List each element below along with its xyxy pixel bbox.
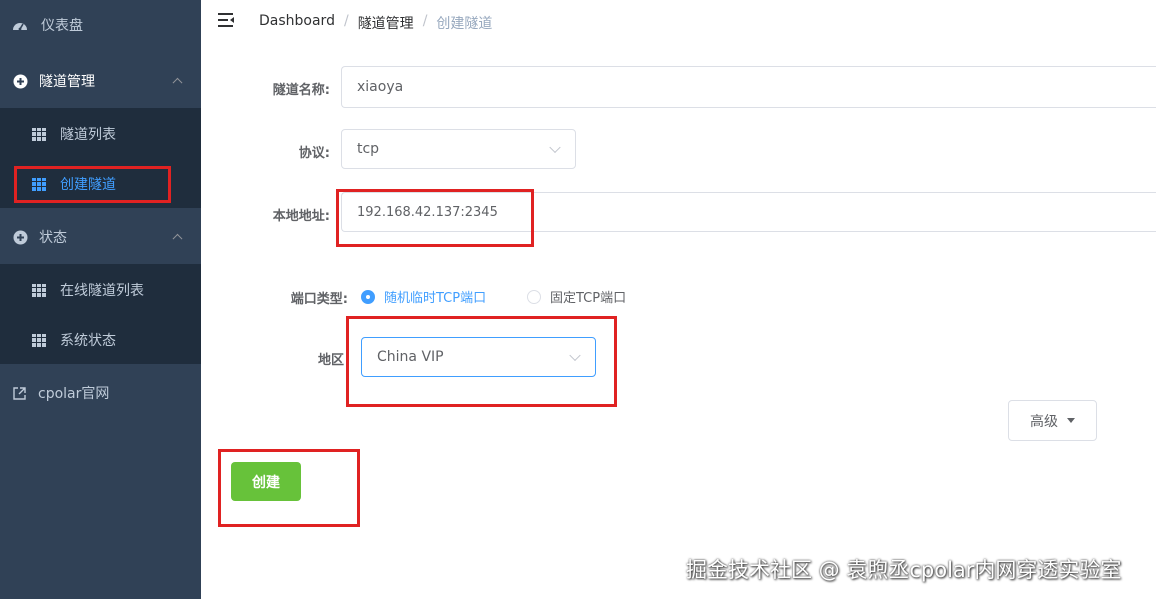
- advanced-button-label: 高级: [1030, 413, 1058, 430]
- chevron-down-icon: [549, 141, 561, 154]
- external-link-icon: [11, 385, 27, 401]
- protocol-select[interactable]: tcp: [341, 129, 576, 169]
- sidebar-item-dashboard[interactable]: 仪表盘: [0, 4, 201, 46]
- sidebar-item-label: 仪表盘: [41, 18, 83, 34]
- tunnel-name-value: xiaoya: [357, 79, 404, 95]
- sidebar-item-system-status[interactable]: 系统状态: [0, 318, 201, 362]
- table-icon: [31, 282, 47, 298]
- sidebar-item-label: 系统状态: [60, 333, 116, 349]
- breadcrumb-separator: /: [343, 13, 349, 29]
- region-label: 地区: [317, 353, 344, 368]
- sidebar-item-label: 状态: [39, 230, 67, 246]
- speedometer-icon: [12, 17, 28, 33]
- highlight-box-create-tunnel: [14, 166, 171, 203]
- sidebar-item-tunnel-list[interactable]: 隧道列表: [0, 112, 201, 156]
- local-address-label: 本地地址:: [272, 209, 330, 224]
- sidebar-item-online-tunnels[interactable]: 在线隧道列表: [0, 268, 201, 312]
- sidebar-item-label: 隧道管理: [39, 74, 95, 90]
- sidebar-item-status[interactable]: 状态: [0, 214, 201, 260]
- breadcrumb: Dashboard / 隧道管理 / 创建隧道: [259, 13, 492, 33]
- sidebar-item-label: cpolar官网: [38, 386, 110, 402]
- chevron-up-icon: [172, 233, 183, 244]
- breadcrumb-tunnel-management[interactable]: 隧道管理: [358, 13, 414, 33]
- port-type-label: 端口类型:: [290, 292, 348, 307]
- sidebar-item-tunnel-management[interactable]: 隧道管理: [0, 58, 201, 104]
- radio-random-tcp-port[interactable]: 随机临时TCP端口: [361, 287, 486, 306]
- breadcrumb-separator: /: [422, 13, 428, 29]
- caret-down-icon: [1067, 418, 1075, 423]
- radio-checked-icon: [361, 289, 375, 304]
- protocol-value: tcp: [357, 141, 380, 157]
- tunnel-name-input[interactable]: xiaoya: [341, 66, 1156, 108]
- chevron-up-icon: [172, 77, 183, 88]
- highlight-box-region: [346, 316, 617, 407]
- radio-fixed-tcp-port[interactable]: 固定TCP端口: [527, 287, 626, 306]
- highlight-box-create-button: [218, 449, 360, 527]
- sidebar: 仪表盘 隧道管理 隧道列表 创建隧道 状态 在线隧道列表 系统状态 cpolar…: [0, 0, 201, 599]
- sidebar-item-label: 隧道列表: [60, 127, 116, 143]
- highlight-box-local-address: [336, 189, 534, 247]
- radio-label: 固定TCP端口: [550, 291, 627, 306]
- top-navbar: Dashboard / 隧道管理 / 创建隧道: [201, 0, 1156, 44]
- sidebar-item-label: 在线隧道列表: [60, 283, 144, 299]
- advanced-button[interactable]: 高级: [1008, 400, 1097, 441]
- circle-plus-icon: [12, 73, 28, 89]
- watermark: 掘金技术社区 @ 袁煦丞cpolar内网穿透实验室: [686, 558, 1122, 582]
- breadcrumb-dashboard[interactable]: Dashboard: [259, 13, 335, 33]
- tunnel-name-label: 隧道名称:: [272, 83, 330, 98]
- hamburger-icon[interactable]: [218, 13, 235, 27]
- sidebar-item-cpolar-site[interactable]: cpolar官网: [0, 371, 201, 415]
- radio-label: 随机临时TCP端口: [384, 291, 487, 306]
- breadcrumb-current: 创建隧道: [436, 16, 493, 32]
- radio-unchecked-icon: [527, 289, 541, 304]
- table-icon: [31, 332, 47, 348]
- circle-plus-icon: [12, 229, 28, 245]
- table-icon: [31, 126, 47, 142]
- protocol-label: 协议:: [298, 146, 330, 161]
